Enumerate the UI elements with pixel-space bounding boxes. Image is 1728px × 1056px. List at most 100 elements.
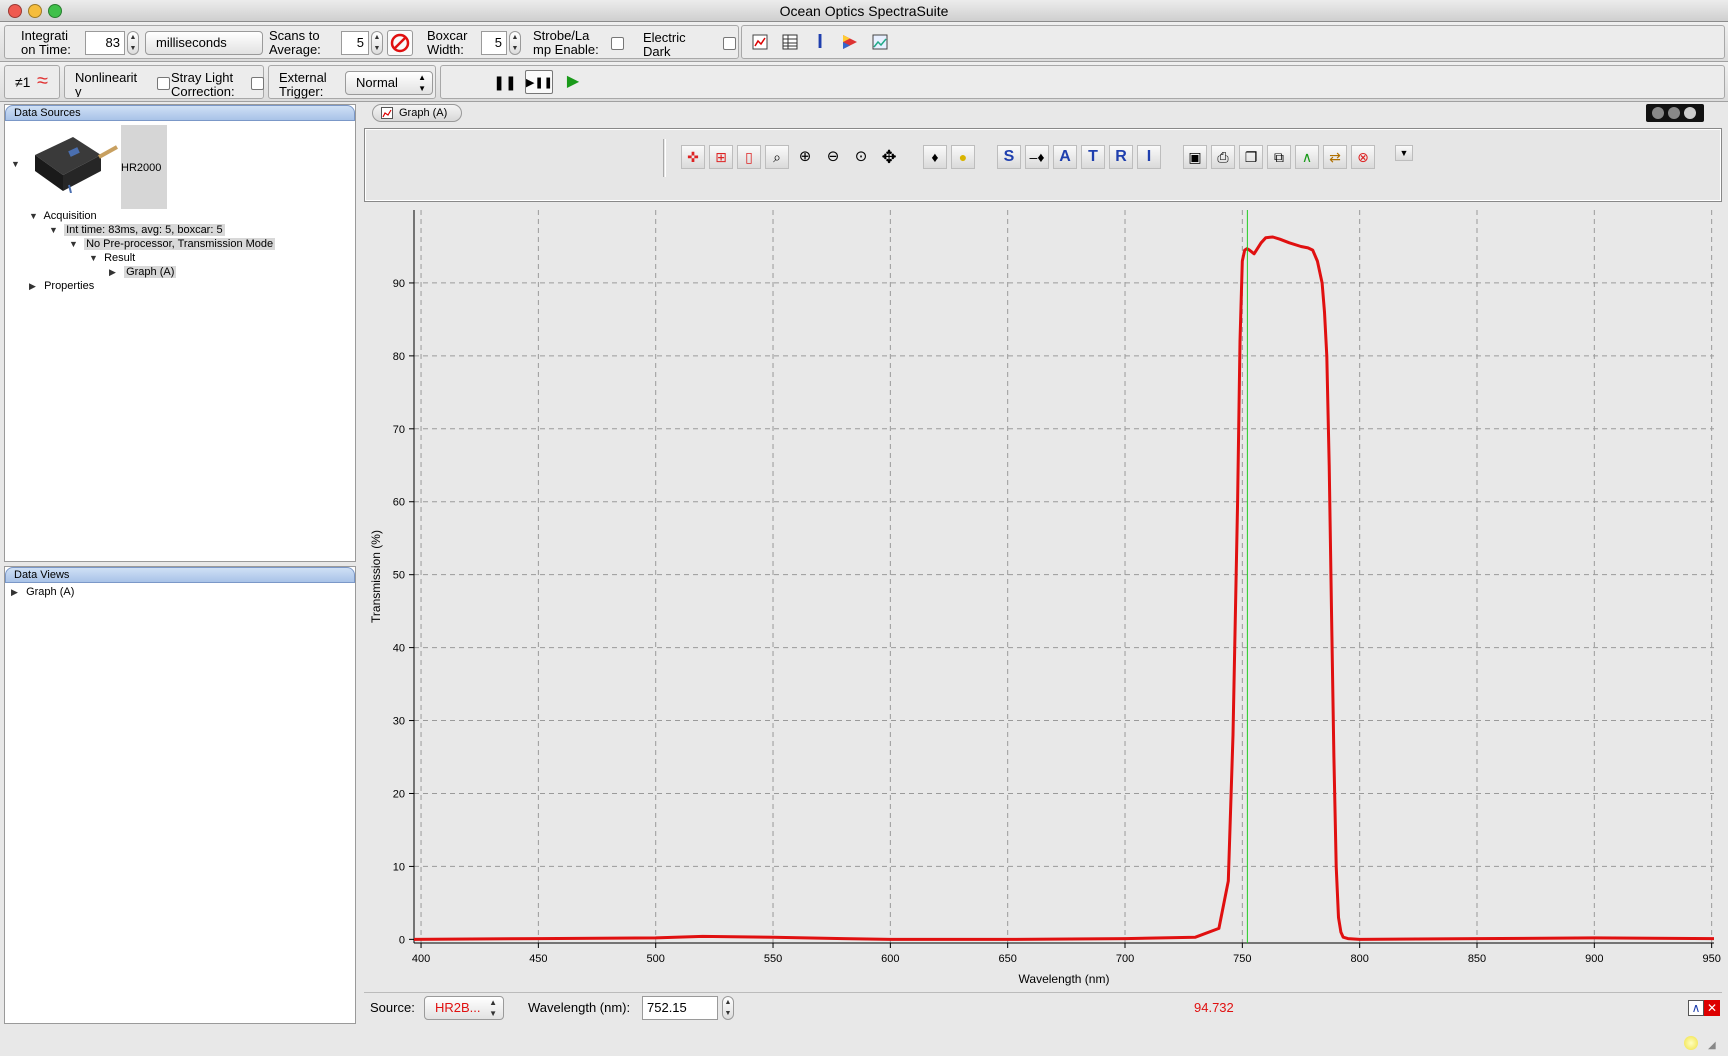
window-title: Ocean Optics SpectraSuite: [779, 3, 949, 19]
integration-time-input[interactable]: 83: [85, 31, 125, 55]
tree-graph[interactable]: ▶ Graph (A): [109, 265, 177, 279]
x-tick-label: 450: [529, 953, 547, 965]
x-tick-label: 600: [881, 953, 899, 965]
integration-time-label: Integrati on Time:: [21, 29, 71, 57]
time-units-select[interactable]: milliseconds: [145, 31, 263, 55]
spectrum-peak-icon[interactable]: ∧: [1295, 145, 1319, 169]
detach-icon[interactable]: [1652, 107, 1664, 119]
stray-light-checkbox[interactable]: [251, 77, 264, 90]
wavelength-input[interactable]: 752.15: [642, 996, 718, 1020]
scans-to-average-stepper[interactable]: ▲ ▼: [371, 31, 383, 55]
zoom-region-icon[interactable]: ⌕: [765, 145, 789, 169]
absorbance-mode-button[interactable]: A: [1053, 145, 1077, 169]
minimize-window-button[interactable]: [28, 4, 42, 18]
source-value: HR2B...: [435, 1000, 481, 1015]
y-tick-label: 10: [393, 861, 405, 873]
delete-overlay-icon[interactable]: ⊗: [1351, 145, 1375, 169]
spectrometer-device-icon: [29, 125, 119, 194]
color-view-icon[interactable]: [838, 30, 862, 54]
graph-toolbar: ✜ ⊞ ▯ ⌕ ⊕ ⊖ ⊙ ✥ ♦ ● S –♦ A T R I ▣ ⎙ ❐ ⧉…: [364, 128, 1722, 202]
zoom-fit-icon[interactable]: ⊙: [849, 145, 873, 169]
zoom-in-icon[interactable]: ⊕: [793, 145, 817, 169]
scans-to-average-input[interactable]: 5: [341, 31, 369, 55]
zoom-window-button[interactable]: [48, 4, 62, 18]
acquisition-label: Acquisition: [43, 210, 97, 222]
wavelength-stepper[interactable]: ▲ ▼: [722, 996, 734, 1020]
select-arrows-icon: ▲ ▼: [418, 73, 426, 93]
integration-time-stepper[interactable]: ▲ ▼: [127, 31, 139, 55]
lamp-off-icon[interactable]: ♦: [923, 145, 947, 169]
close-window-button[interactable]: [8, 4, 22, 18]
step-button[interactable]: ▶❚❚: [525, 70, 553, 94]
source-select[interactable]: HR2B... ▲ ▼: [424, 996, 504, 1020]
copy-icon[interactable]: ❐: [1239, 145, 1263, 169]
pause-button[interactable]: ❚❚: [493, 70, 517, 94]
text-view-icon[interactable]: I: [808, 30, 832, 54]
table-view-icon[interactable]: [778, 30, 802, 54]
preprocessor-label: No Pre-processor, Transmission Mode: [84, 238, 276, 250]
expand-arrow-icon: ▼: [29, 211, 38, 221]
strobe-lamp-enable-checkbox[interactable]: [611, 37, 624, 50]
tab-graph-a[interactable]: Graph (A): [372, 104, 462, 122]
device-hr2000[interactable]: HR2000: [121, 125, 167, 209]
save-icon[interactable]: ▣: [1183, 145, 1207, 169]
y-tick-label: 30: [393, 716, 405, 728]
scope-minus-dark-icon[interactable]: –♦: [1025, 145, 1049, 169]
expand-arrow-icon: ▼: [49, 225, 58, 235]
box-zoom-icon[interactable]: ⊞: [709, 145, 733, 169]
boxcar-width-input[interactable]: 5: [481, 31, 507, 55]
convert-overlay-icon[interactable]: ⇄: [1323, 145, 1347, 169]
graph-view-icon[interactable]: [748, 30, 772, 54]
vertical-zoom-icon[interactable]: ▯: [737, 145, 761, 169]
image-view-icon[interactable]: [868, 30, 892, 54]
tree-int-time[interactable]: ▼ Int time: 83ms, avg: 5, boxcar: 5: [49, 223, 225, 237]
tree-acquisition[interactable]: ▼ Acquisition: [29, 209, 97, 223]
tree-result[interactable]: ▼ Result: [89, 251, 135, 265]
channel-label: ≠1: [15, 75, 31, 89]
crosshair-icon[interactable]: ✜: [681, 145, 705, 169]
wave-icon[interactable]: ≈: [37, 70, 48, 93]
tree-properties[interactable]: ▶ Properties: [29, 279, 94, 293]
reflection-mode-button[interactable]: R: [1109, 145, 1133, 169]
trigger-group: External Trigger: Normal ▲ ▼: [268, 65, 436, 99]
device-expander[interactable]: ▼: [11, 157, 23, 171]
close-panel-icon[interactable]: [1684, 107, 1696, 119]
trigger-mode-select[interactable]: Normal ▲ ▼: [345, 71, 433, 95]
electric-dark-checkbox[interactable]: [723, 37, 736, 50]
window-mode-controls[interactable]: [1646, 104, 1704, 122]
resize-grip-icon[interactable]: ◢: [1708, 1040, 1722, 1054]
zoom-out-icon[interactable]: ⊖: [821, 145, 845, 169]
graph-label: Graph (A): [124, 266, 177, 278]
stop-acquisition-button[interactable]: [387, 30, 413, 56]
peak-icon[interactable]: ∧: [1688, 1000, 1704, 1016]
x-tick-label: 700: [1116, 953, 1134, 965]
clear-cursor-icon[interactable]: ✕: [1704, 1000, 1720, 1016]
y-tick-label: 20: [393, 788, 405, 800]
nonlinearity-checkbox[interactable]: [157, 77, 170, 90]
nonlinearity-label: Nonlinearit y: [75, 71, 138, 97]
overlay-icon[interactable]: ⧉: [1267, 145, 1291, 169]
playback-group: ❚❚ ▶❚❚ ▶: [440, 65, 1725, 99]
tree-preprocessor[interactable]: ▼ No Pre-processor, Transmission Mode: [69, 237, 276, 251]
x-tick-label: 550: [764, 953, 782, 965]
irradiance-mode-button[interactable]: I: [1137, 145, 1161, 169]
tree-data-view-graph[interactable]: ▶ Graph (A): [11, 585, 74, 599]
y-tick-label: 90: [393, 278, 405, 290]
print-icon[interactable]: ⎙: [1211, 145, 1235, 169]
electric-dark-label: Electric Dark: [643, 31, 686, 57]
play-button[interactable]: ▶: [561, 70, 585, 94]
transmission-mode-button[interactable]: T: [1081, 145, 1105, 169]
pan-icon[interactable]: ✥: [877, 145, 901, 169]
lamp-on-icon[interactable]: ●: [951, 145, 975, 169]
maximize-icon[interactable]: [1668, 107, 1680, 119]
collapse-arrow-icon: ▶: [11, 587, 18, 597]
more-tools-dropdown[interactable]: ▼: [1395, 145, 1413, 161]
scans-to-average-label: Scans to Average:: [269, 29, 321, 57]
x-tick-label: 500: [647, 953, 665, 965]
spectrum-chart[interactable]: 400 450 500 550 600 650 700 750 800 850 900 950 0 10 2…: [364, 206, 1722, 990]
graph-tab-icon: [381, 107, 393, 119]
y-tick-label: 50: [393, 570, 405, 582]
boxcar-width-stepper[interactable]: ▲ ▼: [509, 31, 521, 55]
select-arrows-icon: ▲ ▼: [489, 998, 497, 1018]
scope-mode-button[interactable]: S: [997, 145, 1021, 169]
